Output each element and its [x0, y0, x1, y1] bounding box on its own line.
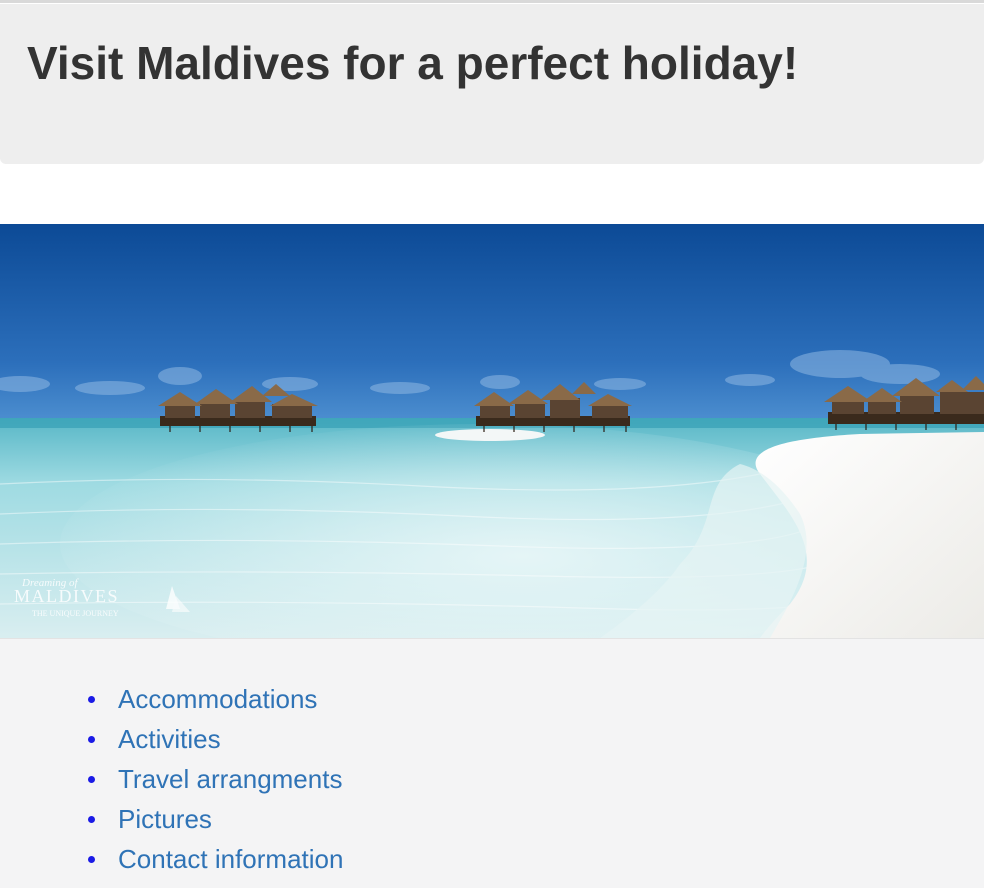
nav-item-activities: Activities [88, 719, 343, 759]
header-banner: Visit Maldives for a perfect holiday! [0, 4, 984, 164]
nav-list: Accommodations Activities Travel arrangm… [88, 679, 343, 879]
nav-link-activities[interactable]: Activities [118, 724, 221, 755]
nav-link-accommodations[interactable]: Accommodations [118, 684, 317, 715]
top-divider [0, 0, 984, 3]
navigation-panel: Accommodations Activities Travel arrangm… [0, 638, 984, 888]
nav-item-pictures: Pictures [88, 799, 343, 839]
bullet-icon [88, 855, 95, 863]
nav-item-accommodations: Accommodations [88, 679, 343, 719]
svg-text:MALDIVES: MALDIVES [14, 586, 119, 606]
maldives-beach-photo: Dreaming of MALDIVES THE UNIQUE JOURNEY [0, 224, 984, 638]
bullet-icon [88, 775, 95, 783]
hero-image: Dreaming of MALDIVES THE UNIQUE JOURNEY [0, 224, 984, 638]
svg-text:THE UNIQUE JOURNEY: THE UNIQUE JOURNEY [32, 609, 119, 618]
nav-link-pictures[interactable]: Pictures [118, 804, 212, 835]
bullet-icon [88, 815, 95, 823]
nav-item-contact-information: Contact information [88, 839, 343, 879]
page: Visit Maldives for a perfect holiday! Dr… [0, 0, 984, 888]
page-title: Visit Maldives for a perfect holiday! [27, 37, 799, 89]
bullet-icon [88, 735, 95, 743]
nav-item-travel-arrangements: Travel arrangments [88, 759, 343, 799]
bullet-icon [88, 695, 95, 703]
nav-link-travel-arrangements[interactable]: Travel arrangments [118, 764, 342, 795]
nav-link-contact-information[interactable]: Contact information [118, 844, 343, 875]
